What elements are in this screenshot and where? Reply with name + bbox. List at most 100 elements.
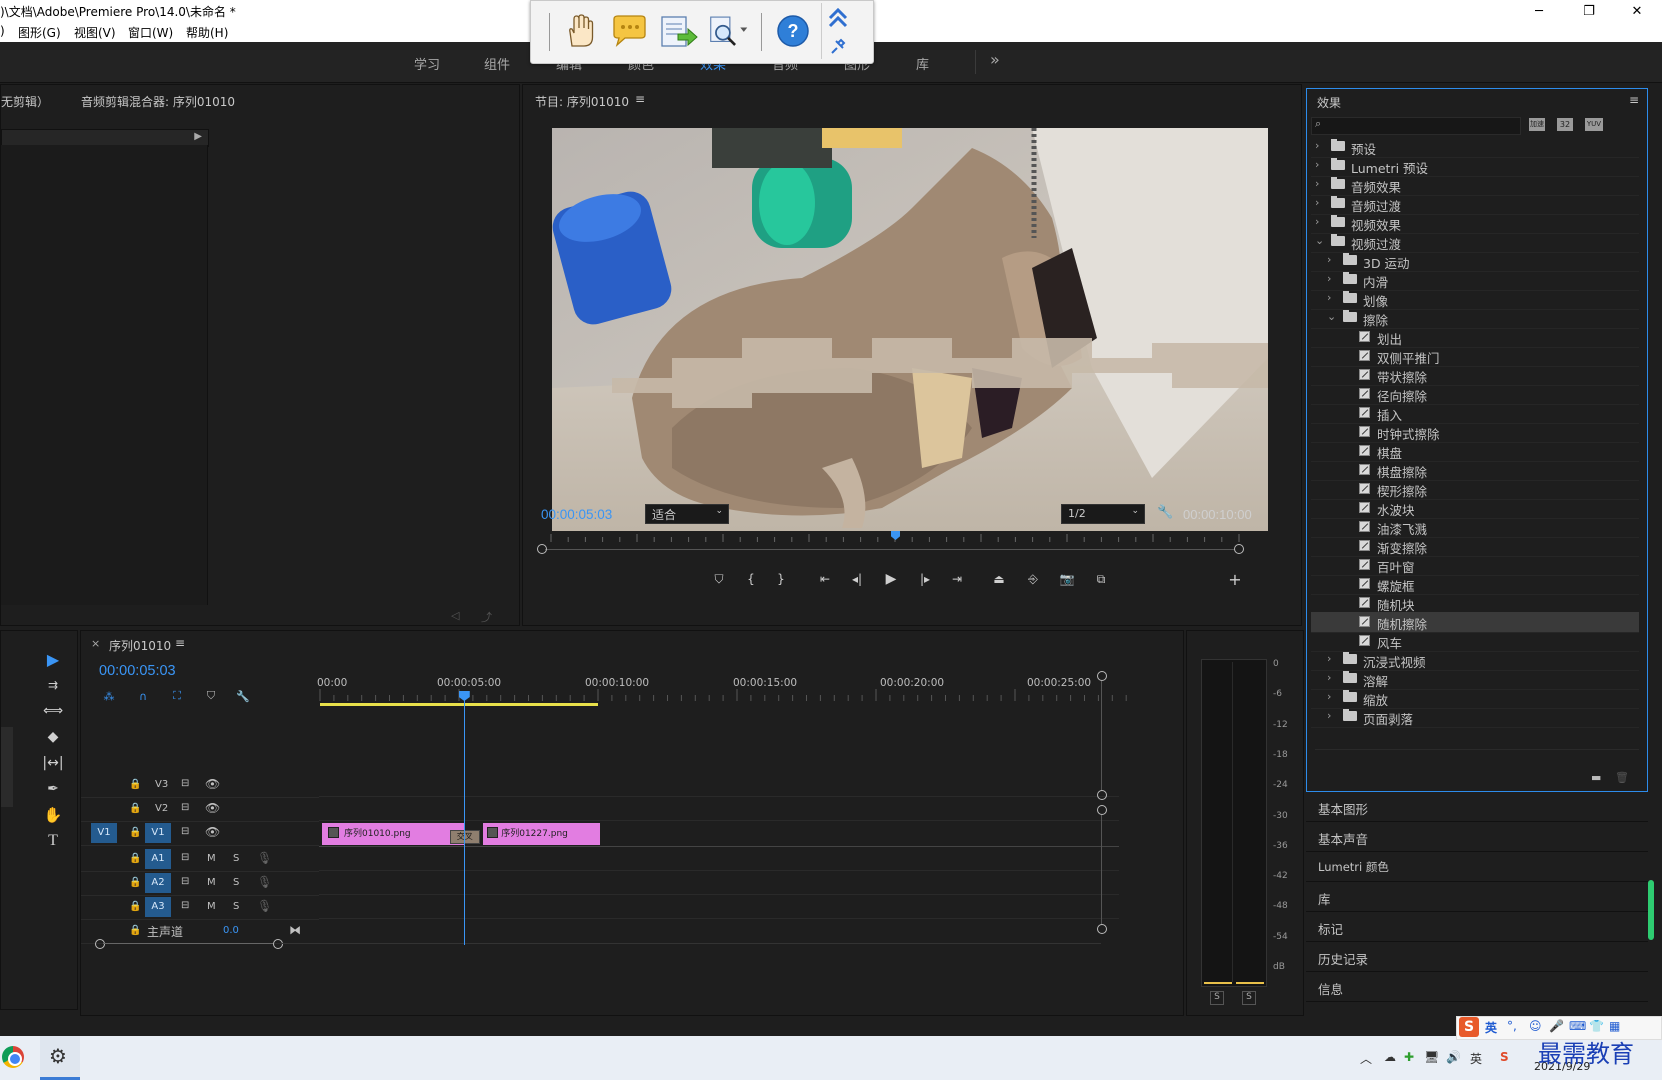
chevron-right-icon[interactable]: › xyxy=(1327,253,1331,266)
solo-button[interactable]: S xyxy=(233,853,239,864)
microphone-icon[interactable]: 🎙 xyxy=(257,899,272,913)
razor-tool-icon[interactable]: ◆ xyxy=(39,725,67,749)
solo-left-button[interactable]: S xyxy=(1210,991,1224,1005)
export-frame-icon[interactable]: ◁ xyxy=(451,609,459,622)
effects-tree-item[interactable]: 棋盘 xyxy=(1311,441,1639,462)
selection-tool-icon[interactable]: ▶ xyxy=(39,647,67,671)
sync-lock-icon[interactable]: ⊟ xyxy=(181,876,189,887)
menu-graphics[interactable]: 图形(G) xyxy=(18,24,61,41)
chevron-right-icon[interactable]: › xyxy=(1327,652,1331,665)
lock-icon[interactable]: 🔒 xyxy=(129,827,141,838)
new-bin-icon[interactable]: ▬ xyxy=(1591,771,1601,784)
go-to-end-icon[interactable]: ⧓ xyxy=(289,923,301,937)
effects-tree-item[interactable]: 双侧平推门 xyxy=(1311,346,1639,367)
h-scroll-track[interactable] xyxy=(281,943,1101,944)
lift-icon[interactable]: ⏏ xyxy=(987,569,1011,589)
panel-menu-icon[interactable]: ≡ xyxy=(175,636,185,650)
eye-icon[interactable]: 👁 xyxy=(205,801,220,815)
track-name[interactable]: A2 xyxy=(145,873,171,893)
pen-tool-icon[interactable]: ✒ xyxy=(39,777,67,801)
volume-icon[interactable]: 🔊 xyxy=(1446,1050,1461,1064)
help-icon[interactable]: ? xyxy=(773,11,813,51)
export-document-icon[interactable] xyxy=(659,11,699,51)
fit-dropdown[interactable]: 适合 ⌄ xyxy=(645,504,729,524)
step-back-icon[interactable]: ◂| xyxy=(845,569,869,589)
timeline-playhead[interactable] xyxy=(458,691,470,945)
network-icon[interactable]: 🖥 xyxy=(1424,1050,1439,1064)
chevron-right-icon[interactable]: › xyxy=(1327,690,1331,703)
effects-tree-item[interactable]: ⌄ 擦除 xyxy=(1311,308,1639,329)
panel-history[interactable]: 历史记录 xyxy=(1306,942,1648,972)
maximize-button[interactable]: ❐ xyxy=(1566,0,1612,22)
zoom-search-icon[interactable] xyxy=(709,11,749,51)
toolbox-icon[interactable]: ▦ xyxy=(1609,1019,1620,1033)
close-button[interactable]: ✕ xyxy=(1614,0,1660,22)
effects-tree-item[interactable]: 随机块 xyxy=(1311,593,1639,614)
workspace-learn[interactable]: 学习 xyxy=(414,54,440,73)
effects-tree-item[interactable]: 随机擦除 xyxy=(1311,612,1639,633)
chevron-right-icon[interactable]: › xyxy=(1315,139,1319,152)
solo-button[interactable]: S xyxy=(233,877,239,888)
snap-icon[interactable]: ∩ xyxy=(133,687,153,705)
effects-tree-item[interactable]: 螺旋框 xyxy=(1311,574,1639,595)
effects-panel-title[interactable]: 效果 xyxy=(1317,94,1341,111)
effects-tree-item[interactable]: 径向擦除 xyxy=(1311,384,1639,405)
go-to-out-icon[interactable]: ⇥ xyxy=(945,569,969,589)
timeline-tab[interactable]: 序列01010 xyxy=(109,637,171,654)
add-marker-icon[interactable]: ⛉ xyxy=(707,569,731,589)
effects-tree-item[interactable]: 划出 xyxy=(1311,327,1639,348)
microphone-icon[interactable]: 🎙 xyxy=(257,875,272,889)
effects-tree-item[interactable]: 油漆飞溅 xyxy=(1311,517,1639,538)
wrench-icon[interactable]: 🔧 xyxy=(233,687,253,705)
effects-tree-item[interactable]: 带状擦除 xyxy=(1311,365,1639,386)
accelerated-effects-icon[interactable]: 加速 xyxy=(1529,118,1545,131)
play-icon[interactable]: ▶ xyxy=(879,569,903,589)
hand-tool-icon[interactable]: ✋ xyxy=(39,803,67,827)
chevron-down-icon[interactable]: ⌄ xyxy=(1315,234,1324,247)
skin-icon[interactable]: 👕 xyxy=(1589,1019,1604,1033)
tray-cloud-icon[interactable]: ☁ xyxy=(1384,1050,1396,1064)
lock-icon[interactable]: 🔒 xyxy=(129,925,141,936)
panel-lumetri-color[interactable]: Lumetri 颜色 xyxy=(1306,852,1648,882)
effects-tree-item[interactable]: › 预设 xyxy=(1311,137,1639,158)
chevron-right-icon[interactable]: › xyxy=(1327,709,1331,722)
mute-button[interactable]: M xyxy=(207,853,216,864)
wrench-icon[interactable]: 🔧 xyxy=(1157,505,1173,520)
track-select-tool-icon[interactable]: ⇉ xyxy=(39,673,67,697)
resolution-dropdown[interactable]: 1/2 ⌄ xyxy=(1061,504,1145,524)
effects-tree-item[interactable]: › 内滑 xyxy=(1311,270,1639,291)
track-name[interactable]: V1 xyxy=(145,823,171,843)
effects-tree-item[interactable]: › Lumetri 预设 xyxy=(1311,156,1639,177)
chevron-right-icon[interactable]: › xyxy=(1327,671,1331,684)
sync-lock-icon[interactable]: ⊟ xyxy=(181,778,189,789)
panel-essential-sound[interactable]: 基本声音 xyxy=(1306,822,1648,852)
menu-item[interactable]: ) xyxy=(0,24,5,38)
panel-menu-icon[interactable]: ≡ xyxy=(635,92,645,106)
zoom-scrollbar-track[interactable] xyxy=(545,549,1235,550)
v-scroll-handle-top[interactable] xyxy=(1097,671,1107,681)
workspace-library[interactable]: 库 xyxy=(916,54,929,73)
work-area-bar[interactable] xyxy=(320,703,598,706)
voice-icon[interactable]: 🎤 xyxy=(1549,1019,1564,1033)
track-name[interactable]: A1 xyxy=(145,849,171,869)
effects-tree-item[interactable]: 棋盘擦除 xyxy=(1311,460,1639,481)
slip-tool-icon[interactable]: |↔| xyxy=(39,751,67,775)
effects-tree-item[interactable]: › 沉浸式视频 xyxy=(1311,650,1639,671)
effects-search-input[interactable]: ⌕ xyxy=(1311,117,1521,135)
add-marker-icon[interactable]: ⛉ xyxy=(201,687,221,705)
effects-tree-item[interactable]: 风车 xyxy=(1311,631,1639,652)
h-scroll-handle-right[interactable] xyxy=(273,939,283,949)
chevron-right-icon[interactable]: › xyxy=(1315,177,1319,190)
menu-window[interactable]: 窗口(W) xyxy=(128,24,173,41)
hand-icon[interactable] xyxy=(559,11,599,51)
master-volume-value[interactable]: 0.0 xyxy=(223,925,239,936)
scroll-handle-right[interactable] xyxy=(1234,544,1244,554)
solo-right-button[interactable]: S xyxy=(1242,991,1256,1005)
sogou-logo-icon[interactable]: S xyxy=(1459,1017,1479,1037)
tab-source[interactable]: 无剪辑） xyxy=(1,93,49,110)
panel-info[interactable]: 信息 xyxy=(1306,972,1648,1002)
settings-taskbar-button[interactable]: ⚙ xyxy=(40,1036,80,1080)
eye-icon[interactable]: 👁 xyxy=(205,825,220,839)
button-editor-icon[interactable]: + xyxy=(1223,569,1247,589)
track-name[interactable]: V2 xyxy=(155,803,168,814)
